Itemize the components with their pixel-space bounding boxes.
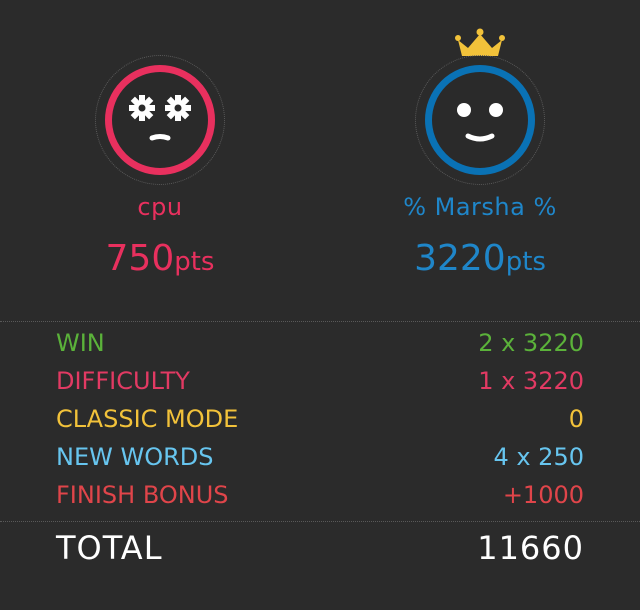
- smiley-face-svg: [457, 103, 503, 142]
- marsha-avatar: [415, 55, 545, 185]
- total-label: TOTAL: [56, 529, 163, 567]
- row-value: 1 x 3220: [478, 367, 584, 395]
- score-unit: pts: [505, 247, 546, 277]
- gear-icon: [129, 95, 155, 121]
- smiley-face-icon: [425, 65, 535, 175]
- player-score: 750pts: [0, 236, 320, 285]
- divider: [0, 321, 640, 322]
- robot-face-svg: [129, 95, 191, 141]
- score-value: 750: [105, 238, 175, 279]
- row-label: WIN: [56, 329, 105, 357]
- player-score: 3220pts: [320, 236, 640, 285]
- breakdown-row-win: WIN 2 x 3220: [56, 328, 584, 358]
- row-label: DIFFICULTY: [56, 367, 190, 395]
- row-value: 2 x 3220: [478, 329, 584, 357]
- player-name: % Marsha %: [403, 193, 557, 221]
- row-value: +1000: [502, 481, 584, 509]
- score-unit: pts: [174, 247, 215, 277]
- breakdown-row-classic-mode: CLASSIC MODE 0: [56, 404, 584, 434]
- row-value: 4 x 250: [493, 443, 584, 471]
- breakdown-row-new-words: NEW WORDS 4 x 250: [56, 442, 584, 472]
- row-label: FINISH BONUS: [56, 481, 229, 509]
- total-row: TOTAL 11660: [56, 528, 584, 568]
- row-value: 0: [568, 405, 584, 433]
- player-name: cpu: [137, 193, 183, 221]
- gear-icon: [165, 95, 191, 121]
- score-value: 3220: [414, 238, 506, 279]
- total-value: 11660: [477, 529, 584, 567]
- row-label: CLASSIC MODE: [56, 405, 239, 433]
- breakdown-row-difficulty: DIFFICULTY 1 x 3220: [56, 366, 584, 396]
- cpu-avatar: [95, 55, 225, 185]
- robot-face-icon: [105, 65, 215, 175]
- divider: [0, 521, 640, 522]
- breakdown-row-finish-bonus: FINISH BONUS +1000: [56, 480, 584, 510]
- row-label: NEW WORDS: [56, 443, 214, 471]
